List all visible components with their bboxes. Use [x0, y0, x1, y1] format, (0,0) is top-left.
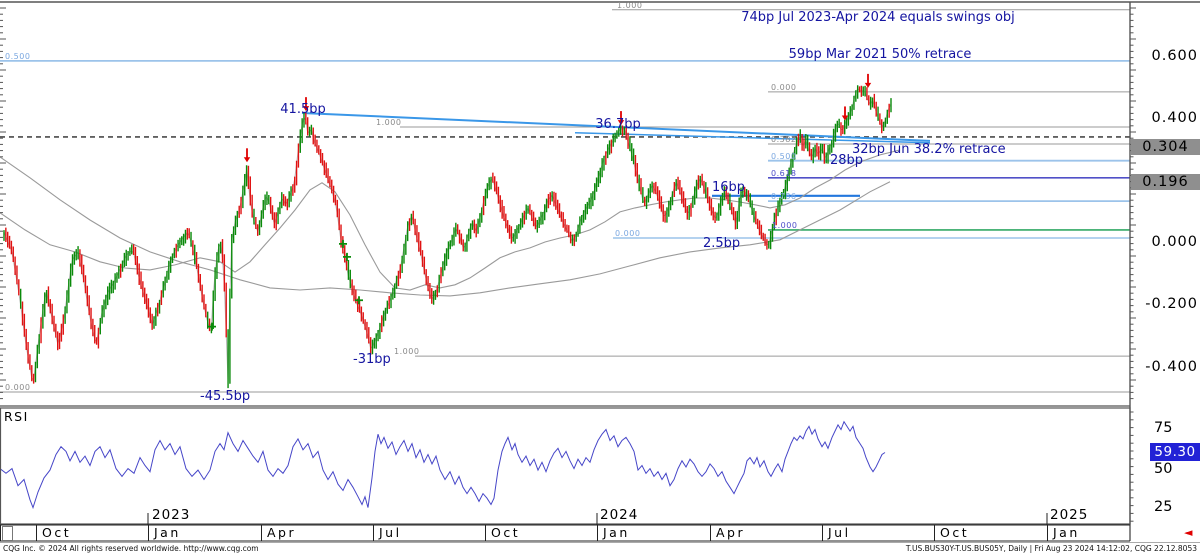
rsi-axis-label[interactable]: 25 [1154, 499, 1172, 515]
month-label: Oct [37, 525, 149, 541]
time-axis-month-cell[interactable]: Jan [597, 525, 711, 541]
price-axis-label[interactable]: 0.400 [1132, 110, 1200, 126]
status-bar: CQG Inc. © 2024 All rights reserved worl… [0, 543, 1200, 554]
fib-level-label: 0.500 [771, 152, 796, 161]
month-label: Apr [262, 525, 374, 541]
price-axis-label[interactable]: -0.200 [1132, 296, 1200, 312]
time-axis-month-cell[interactable]: Oct [934, 525, 1048, 541]
fib-level-label: 0.000 [615, 229, 640, 238]
time-axis-month-cell[interactable] [0, 525, 37, 541]
chart-annotation[interactable]: 41.5bp [280, 102, 325, 117]
month-label: Oct [486, 525, 598, 541]
fib-level-label: 0.382 [771, 135, 796, 144]
price-axis-label-highlighted[interactable]: 0.304 [1131, 139, 1200, 155]
price-axis-label-highlighted[interactable]: 0.196 [1131, 174, 1200, 190]
chart-annotation[interactable]: 16bp [712, 180, 745, 195]
price-axis-label[interactable]: 0.000 [1132, 234, 1200, 250]
month-label: Apr [711, 525, 823, 541]
rsi-axis-label[interactable]: 50 [1154, 461, 1172, 477]
buy-signal-plus-icon [339, 240, 347, 248]
chart-canvas[interactable] [0, 0, 1200, 554]
time-axis-month-cell[interactable]: Jan [1047, 525, 1131, 541]
month-label: Jul [823, 525, 935, 541]
rsi-current-value-badge: 59.30 [1150, 443, 1200, 461]
price-axis-label[interactable]: -0.400 [1132, 359, 1200, 375]
chart-annotation[interactable]: 28bp [830, 153, 863, 168]
month-label: Jul [374, 525, 486, 541]
time-axis-year-label[interactable]: 2023 [152, 507, 190, 523]
status-bar-copyright: CQG Inc. © 2024 All rights reserved worl… [3, 544, 259, 553]
rsi-axis-label[interactable]: 75 [1154, 420, 1172, 436]
fib-level-label: 0.618 [771, 169, 796, 178]
fib-level-label: 0.000 [5, 383, 30, 392]
chart-annotation[interactable]: -45.5bp [200, 389, 250, 404]
chart-annotation[interactable]: 59bp Mar 2021 50% retrace [789, 47, 972, 62]
time-axis-year-label[interactable]: 2024 [600, 507, 638, 523]
month-label: Jan [149, 525, 262, 541]
sell-signal-arrowhead-icon [244, 157, 250, 162]
fib-level-label: 0.786 [771, 192, 796, 201]
chart-annotation[interactable]: 74bp Jul 2023-Apr 2024 equals swings obj [741, 10, 1015, 25]
month-label: Oct [935, 525, 1048, 541]
down-candles[interactable] [6, 86, 889, 384]
rsi-panel-title: RSI [4, 409, 29, 424]
moving-average-slow [0, 157, 890, 296]
fib-level-label: 1.000 [772, 221, 797, 230]
rsi-line [0, 422, 885, 508]
time-axis-month-cell[interactable]: Oct [485, 525, 598, 541]
fib-level-label: 0.000 [771, 83, 796, 92]
month-label: Jan [598, 525, 711, 541]
time-axis-month-cell[interactable]: Apr [710, 525, 823, 541]
price-axis-label[interactable]: 0.600 [1132, 48, 1200, 64]
chart-annotation[interactable]: -31bp [353, 352, 391, 367]
fib-level-label: 1.000 [376, 118, 401, 127]
fib-level-label: 1.000 [394, 347, 419, 356]
scroll-left-arrow-icon[interactable]: ◄ [1184, 526, 1192, 539]
fib-level-label: 0.500 [5, 52, 30, 61]
month-label: Jan [1048, 525, 1131, 541]
chart-annotation[interactable]: 32bp Jun 38.2% retrace [852, 142, 1006, 157]
cqg-chart-window: RSI 59.30 ◄ CQG Inc. © 2024 All rights r… [0, 0, 1200, 554]
time-axis-month-cell[interactable]: Jul [373, 525, 486, 541]
time-axis-month-cell[interactable]: Oct [36, 525, 149, 541]
time-axis-month-cell[interactable]: Jan [148, 525, 262, 541]
time-axis-year-label[interactable]: 2025 [1050, 507, 1088, 523]
time-axis-month-cell[interactable]: Apr [261, 525, 374, 541]
up-candles[interactable] [4, 85, 891, 388]
fib-level-label: 1.000 [617, 1, 642, 10]
chart-annotation[interactable]: 2.5bp [703, 236, 740, 251]
status-bar-symbol-info: T.US.BUS30Y-T.US.BUS05Y, Daily | Fri Aug… [906, 544, 1197, 553]
chart-annotation[interactable]: 36.7bp [595, 117, 640, 132]
time-axis-month-cell[interactable]: Jul [822, 525, 935, 541]
moving-average-fast [0, 150, 900, 290]
